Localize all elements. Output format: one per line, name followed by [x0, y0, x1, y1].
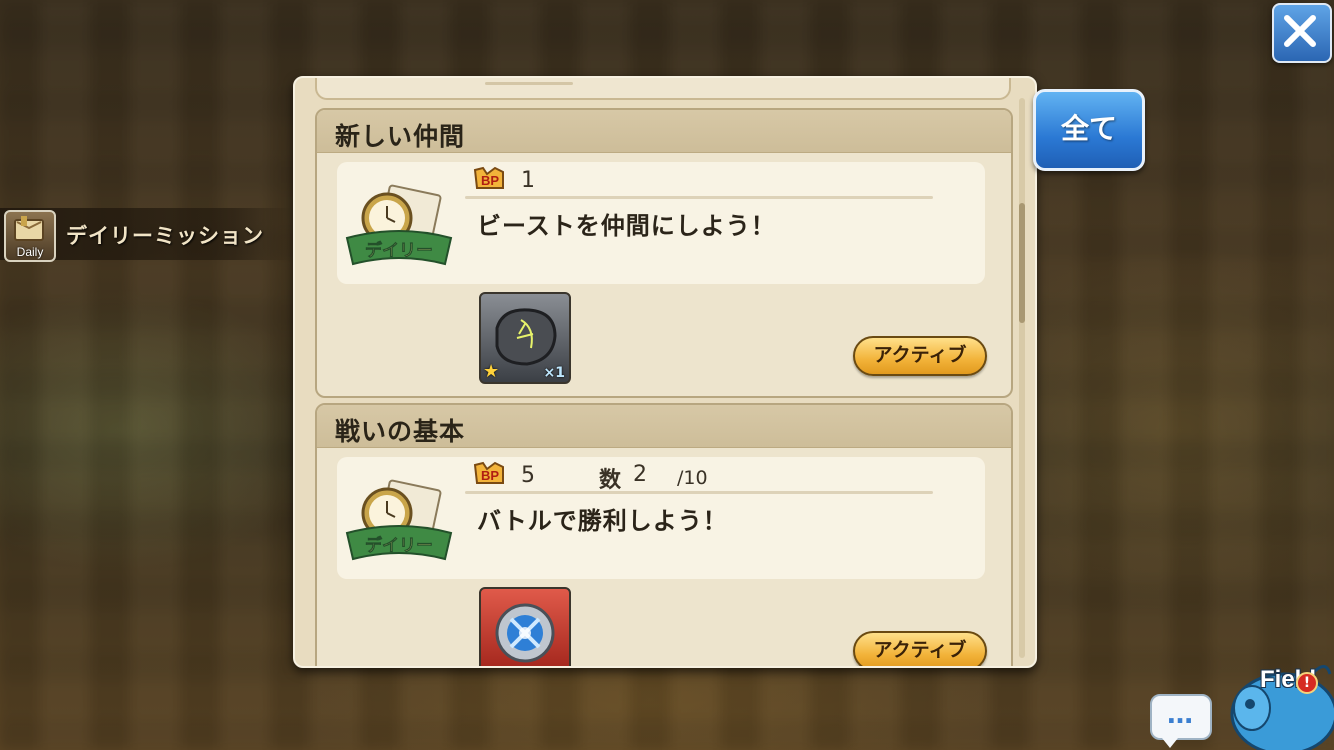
daily-badge-icon: デイリー: [345, 184, 453, 266]
bp-icon: BP: [473, 461, 504, 484]
daily-mission-tab[interactable]: Daily デイリーミッション: [0, 208, 292, 262]
active-button[interactable]: アクティブ: [853, 336, 987, 376]
reward-item[interactable]: ★ ×1: [479, 292, 571, 384]
mission-header: 戦いの基本: [317, 405, 1011, 448]
mission-description: バトルで勝利しよう！: [477, 507, 728, 535]
svg-text:BP: BP: [481, 468, 499, 483]
divider: [465, 196, 933, 199]
all-button[interactable]: 全て: [1033, 89, 1145, 171]
active-button[interactable]: アクティブ: [853, 631, 987, 666]
crystal-orb-icon: [495, 603, 555, 663]
rarity-star-icon: ★: [483, 361, 500, 382]
scroll-thumb[interactable]: [1019, 203, 1025, 323]
mission-card: 新しい仲間 デイリー BP 1 ビーストを仲間にしよう！ ★ ×1 アクティブ: [315, 108, 1013, 398]
alert-badge: !: [1296, 672, 1318, 694]
chat-bubble-icon: …: [1167, 700, 1195, 730]
reward-quantity: ×1: [543, 365, 565, 381]
bp-value: 1: [521, 168, 535, 193]
mission-title: 新しい仲間: [335, 122, 466, 151]
reward-item[interactable]: [479, 587, 571, 666]
chat-button[interactable]: …: [1150, 694, 1212, 748]
daily-book-icon: Daily: [4, 210, 56, 262]
count-label: 数: [599, 468, 622, 493]
mission-body: デイリー BP 5 数 2 /10 バトルで勝利しよう！: [337, 457, 985, 579]
field-button[interactable]: Field !: [1222, 652, 1334, 750]
daily-mission-title: デイリーミッション: [66, 224, 264, 248]
count-total: /10: [677, 467, 708, 489]
bp-value: 5: [521, 463, 535, 488]
mission-body: デイリー BP 1 ビーストを仲間にしよう！: [337, 162, 985, 284]
badge-label: デイリー: [365, 240, 433, 261]
mission-description: ビーストを仲間にしよう！: [477, 212, 776, 240]
daily-badge-icon: デイリー: [345, 479, 453, 561]
count-value: 2: [633, 462, 647, 487]
panel-top-edge: [315, 78, 1011, 100]
bp-icon: BP: [473, 166, 504, 189]
close-button[interactable]: [1272, 3, 1332, 63]
daily-icon-label: Daily: [16, 245, 44, 259]
divider: [465, 491, 933, 494]
mission-list-panel: 新しい仲間 デイリー BP 1 ビーストを仲間にしよう！ ★ ×1 アクティブ …: [293, 76, 1037, 668]
badge-label: デイリー: [365, 535, 433, 556]
mission-title: 戦いの基本: [335, 417, 466, 446]
mission-header: 新しい仲間: [317, 110, 1011, 153]
close-icon: [1284, 15, 1316, 47]
svg-text:BP: BP: [481, 173, 499, 188]
mission-card: 戦いの基本 デイリー BP 5 数 2 /10 バトルで勝利しよう！ アクティブ: [315, 403, 1013, 666]
scrollbar[interactable]: [1019, 98, 1025, 658]
